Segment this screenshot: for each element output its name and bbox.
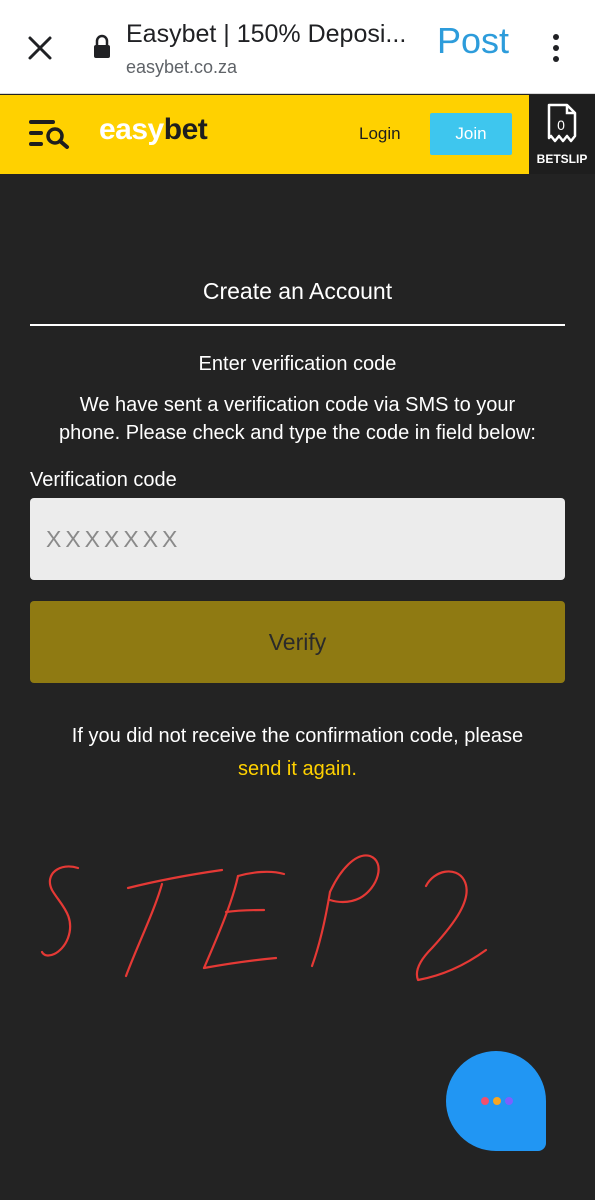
chat-dot-1 xyxy=(481,1097,489,1105)
kebab-menu-icon[interactable] xyxy=(544,30,568,66)
chat-dot-2 xyxy=(493,1097,501,1105)
post-button[interactable]: Post xyxy=(437,20,509,62)
betslip-button[interactable]: 0 BETSLIP xyxy=(529,95,595,174)
chat-dots xyxy=(481,1097,513,1107)
page-title: Create an Account xyxy=(202,278,393,304)
login-link[interactable]: Login xyxy=(359,124,401,144)
resend-text: If you did not receive the confirmation … xyxy=(71,725,524,747)
verification-code-label: Verification code xyxy=(30,469,177,491)
info-line-2: phone. Please check and type the code in… xyxy=(59,422,536,444)
resend-link[interactable]: send it again. xyxy=(30,753,565,786)
site-header: easybet Login Join 0 BETSLIP xyxy=(0,95,595,174)
resend-message: If you did not receive the confirmation … xyxy=(30,720,565,786)
chat-dot-3 xyxy=(505,1097,513,1105)
tab-title: Easybet | 150% Deposi... xyxy=(126,20,407,48)
verification-subheading: Enter verification code xyxy=(198,353,397,375)
verification-info: We have sent a verification code via SMS… xyxy=(30,391,565,447)
lock-icon xyxy=(92,34,112,60)
logo-bet: bet xyxy=(163,113,208,146)
join-button[interactable]: Join xyxy=(430,113,512,155)
verification-code-input[interactable] xyxy=(30,498,565,580)
close-icon[interactable] xyxy=(22,30,58,66)
menu-search-icon[interactable] xyxy=(27,117,71,149)
browser-toolbar: Easybet | 150% Deposi... easybet.co.za P… xyxy=(0,0,595,94)
easybet-logo[interactable]: easybet xyxy=(99,113,208,147)
url-text[interactable]: easybet.co.za xyxy=(126,57,237,78)
info-line-1: We have sent a verification code via SMS… xyxy=(79,394,516,416)
logo-easy: easy xyxy=(99,113,164,146)
title-divider xyxy=(30,324,565,326)
betslip-count: 0 xyxy=(557,117,565,133)
verify-button[interactable]: Verify xyxy=(30,601,565,683)
handwritten-step2-annotation xyxy=(30,840,500,1000)
betslip-label: BETSLIP xyxy=(536,152,588,166)
